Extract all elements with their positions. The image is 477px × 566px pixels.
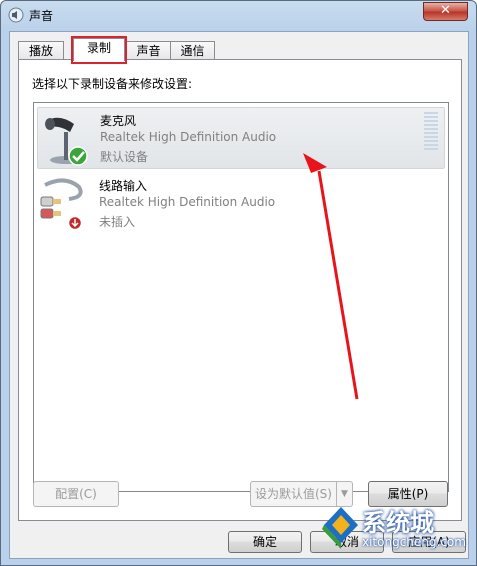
configure-button[interactable]: 配置(C) xyxy=(33,481,119,507)
title-bar[interactable]: 声音 ✕ xyxy=(1,1,476,29)
ok-button[interactable]: 确定 xyxy=(228,531,302,553)
device-item-microphone[interactable]: 麦克风 Realtek High Definition Audio 默认设备 xyxy=(37,107,445,169)
sound-dialog-window: 声音 ✕ 播放 录制 声音 通信 选择以下录制设备来修改设置: 麦克风 Real… xyxy=(0,0,477,566)
tab-highlight-box xyxy=(71,36,127,64)
instruction-label: 选择以下录制设备来修改设置: xyxy=(32,77,193,91)
tab-communications[interactable]: 通信 xyxy=(170,41,215,60)
device-name: 麦克风 xyxy=(100,114,137,128)
device-description: Realtek High Definition Audio xyxy=(99,195,276,209)
device-status: 默认设备 xyxy=(100,150,149,164)
watermark-url: xitongcheng.com xyxy=(362,535,466,549)
microphone-icon xyxy=(45,117,88,166)
watermark-logo-icon xyxy=(322,507,358,549)
recording-panel: 选择以下录制设备来修改设置: 麦克风 Realtek High Definiti… xyxy=(18,59,462,521)
tab-sounds[interactable]: 声音 xyxy=(126,41,171,60)
watermark-text: 系统城 xyxy=(362,509,434,537)
set-default-label: 设为默认值(S) xyxy=(255,487,332,501)
close-button[interactable]: ✕ xyxy=(423,2,468,21)
speaker-icon xyxy=(8,7,24,23)
level-meter xyxy=(424,112,438,154)
device-status: 未插入 xyxy=(99,215,136,229)
window-title: 声音 xyxy=(29,9,54,23)
dialog-client-area: 播放 录制 声音 通信 选择以下录制设备来修改设置: 麦克风 Realtek H… xyxy=(9,31,469,559)
device-list[interactable]: 麦克风 Realtek High Definition Audio 默认设备 线… xyxy=(33,102,449,492)
tab-playback[interactable]: 播放 xyxy=(18,41,64,60)
watermark: 系统城 xitongcheng.com xyxy=(322,501,472,557)
device-item-line-in[interactable]: 线路输入 Realtek High Definition Audio 未插入 xyxy=(37,173,445,235)
device-name: 线路输入 xyxy=(99,179,148,193)
device-description: Realtek High Definition Audio xyxy=(100,130,277,144)
line-in-cable-icon xyxy=(40,178,83,231)
